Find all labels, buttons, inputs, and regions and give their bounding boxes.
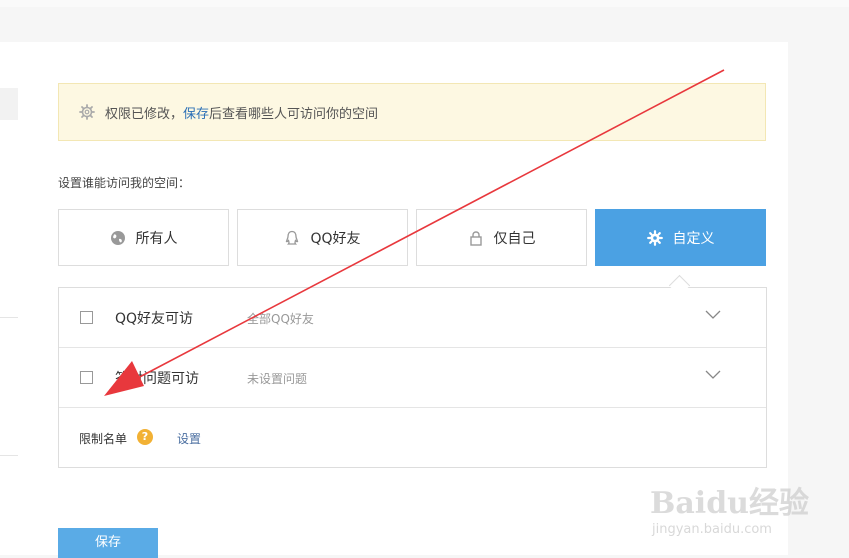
- chevron-down-icon[interactable]: [705, 310, 721, 320]
- option-qq-friends[interactable]: QQ好友: [237, 209, 408, 266]
- restriction-list-row: 限制名单 ? 设置: [59, 408, 766, 467]
- gear-icon: [646, 229, 663, 246]
- lock-icon: [469, 230, 482, 246]
- top-band: [0, 0, 849, 7]
- chevron-down-icon[interactable]: [705, 370, 721, 380]
- option-custom[interactable]: 自定义: [595, 209, 766, 266]
- option-everyone[interactable]: 所有人: [58, 209, 229, 266]
- qq-icon: [286, 230, 299, 245]
- left-divider: [0, 455, 18, 456]
- option-only-me[interactable]: 仅自己: [416, 209, 587, 266]
- option-label: 仅自己: [493, 230, 536, 247]
- help-icon[interactable]: ?: [137, 429, 153, 445]
- save-button[interactable]: 保存: [58, 528, 158, 558]
- answer-question-row[interactable]: 答对问题可访 未设置问题: [59, 348, 766, 408]
- option-label: QQ好友: [310, 230, 361, 247]
- watermark-logo: Baidu经验: [650, 486, 809, 521]
- answer-question-checkbox[interactable]: [80, 371, 93, 384]
- option-label: 所有人: [135, 230, 178, 247]
- section-label: 设置谁能访问我的空间：: [58, 176, 191, 190]
- row-title: 答对问题可访: [115, 371, 199, 387]
- row-title: QQ好友可访: [115, 311, 194, 327]
- gear-icon: [79, 104, 95, 120]
- qq-friends-row[interactable]: QQ好友可访 全部QQ好友: [59, 288, 766, 348]
- left-nav-tab[interactable]: [0, 88, 18, 120]
- notice-text-after: 后查看哪些人可访问你的空间: [209, 106, 379, 122]
- restriction-list-label: 限制名单: [79, 432, 128, 446]
- notice-text: 权限已修改，: [105, 106, 184, 122]
- watermark-url: jingyan.baidu.com: [652, 522, 772, 537]
- row-desc: 未设置问题: [247, 372, 308, 386]
- permission-notice: 权限已修改， 保存 后查看哪些人可访问你的空间: [58, 83, 766, 141]
- left-divider: [0, 317, 18, 318]
- watermark: Baidu经验 jingyan.baidu.com: [650, 478, 809, 537]
- restriction-set-link[interactable]: 设置: [177, 430, 201, 447]
- notice-save-link[interactable]: 保存: [183, 103, 209, 122]
- qq-friends-checkbox[interactable]: [80, 311, 93, 324]
- row-desc: 全部QQ好友: [247, 312, 314, 326]
- globe-icon: [110, 230, 125, 245]
- custom-settings-box: QQ好友可访 全部QQ好友 答对问题可访 未设置问题 限制名单 ? 设置: [58, 287, 767, 468]
- option-label: 自定义: [672, 230, 715, 247]
